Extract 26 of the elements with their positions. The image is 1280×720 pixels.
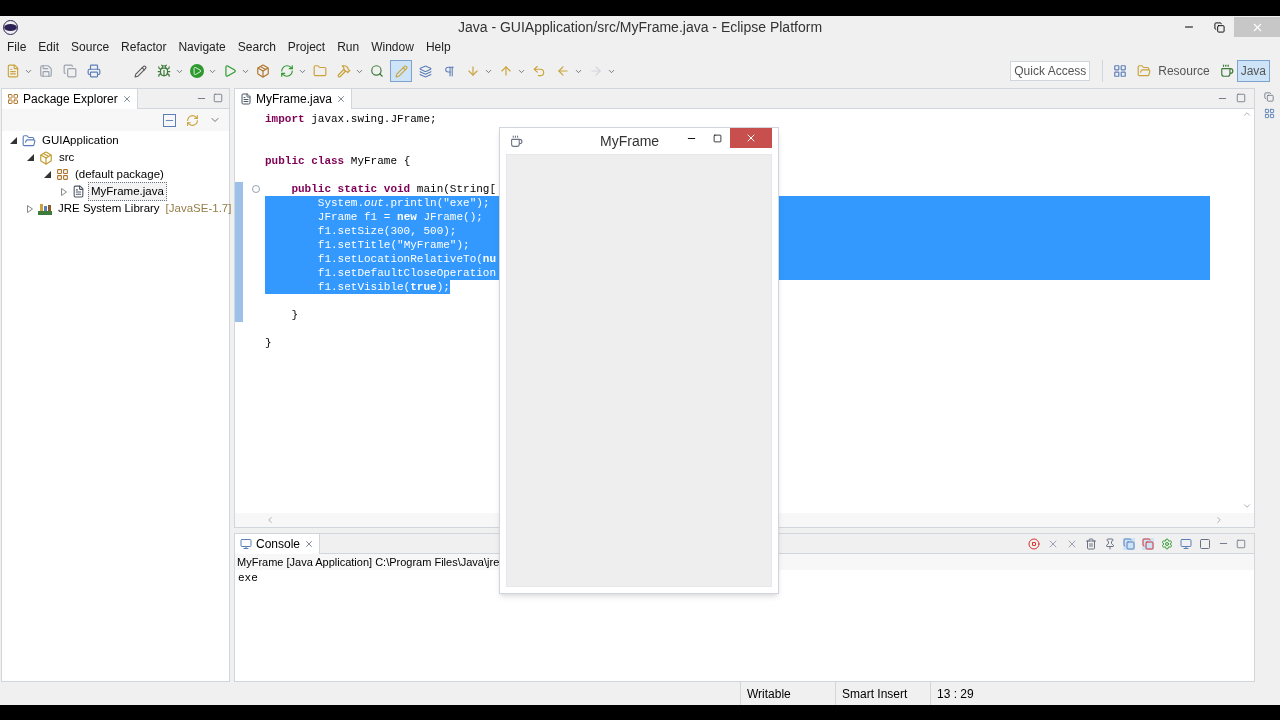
window-title: Java - GUIApplication/src/MyFrame.java - Eclipse Platform: [456, 17, 824, 37]
menu-item[interactable]: File: [1, 38, 33, 56]
menu-item[interactable]: Search: [231, 38, 282, 56]
menu-item[interactable]: Project: [281, 38, 332, 56]
code-line: }: [265, 336, 272, 350]
code-line: public class MyFrame {: [265, 154, 411, 168]
menu-item[interactable]: Edit: [32, 38, 66, 56]
console-output: exe: [237, 571, 259, 586]
status-item: Smart Insert: [842, 685, 908, 703]
frame-title: MyFrame: [600, 131, 660, 151]
menu-item[interactable]: Help: [419, 38, 457, 56]
menu-item[interactable]: Source: [65, 38, 116, 56]
tree-item-decoration: [JavaSE-1.7]: [165, 200, 232, 216]
menu-item[interactable]: Refactor: [115, 38, 173, 56]
tree-item[interactable]: MyFrame.java: [88, 181, 167, 202]
menu-item[interactable]: Run: [331, 38, 366, 56]
code-line: import javax.swing.JFrame;: [265, 112, 437, 126]
status-item: Writable: [747, 685, 791, 703]
code-line: }: [290, 308, 298, 322]
menu-item[interactable]: Window: [365, 38, 420, 56]
code-line: public static void main(String[: [290, 182, 497, 196]
menu-item[interactable]: Navigate: [172, 38, 232, 56]
perspective-button[interactable]: Resource: [1154, 60, 1214, 82]
status-item: 13 : 29: [937, 685, 974, 703]
quick-access-field[interactable]: Quick Access: [1010, 61, 1091, 81]
perspective-button[interactable]: Java: [1236, 60, 1270, 82]
